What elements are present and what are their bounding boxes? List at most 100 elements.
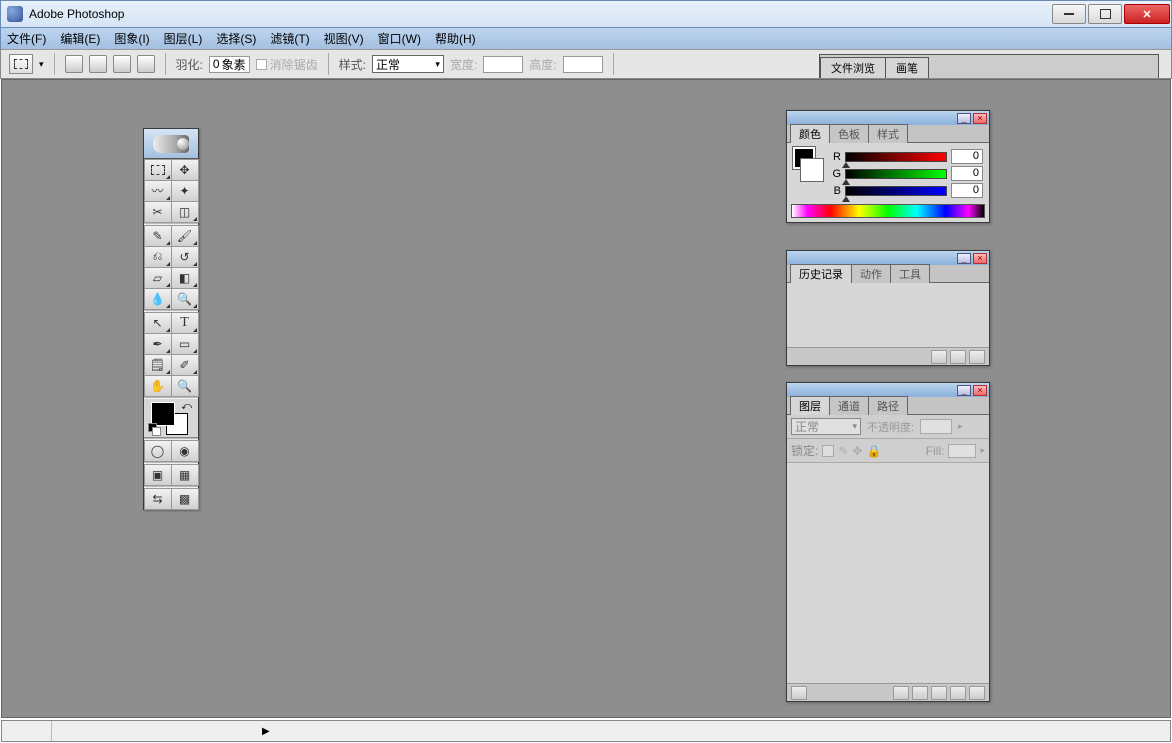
panel-close-icon[interactable]: × xyxy=(973,385,987,396)
panel-color-swatches xyxy=(793,147,823,200)
tool-gradient[interactable]: ◧ xyxy=(171,267,199,289)
menu-window[interactable]: 窗口(W) xyxy=(378,30,421,47)
menu-filter[interactable]: 滤镜(T) xyxy=(270,30,309,47)
color-spectrum[interactable] xyxy=(791,204,985,218)
tool-eraser[interactable]: ▱ xyxy=(144,267,172,289)
tab-history[interactable]: 历史记录 xyxy=(790,264,852,283)
menu-file[interactable]: 文件(F) xyxy=(7,30,46,47)
tool-wand[interactable]: ✦ xyxy=(171,180,199,202)
panel-minimize-icon[interactable]: _ xyxy=(957,113,971,124)
tool-lasso[interactable]: 〰 xyxy=(144,180,172,202)
tool-zoom[interactable]: 🔍 xyxy=(171,375,199,397)
tool-pen[interactable]: ✒ xyxy=(144,333,172,355)
tool-crop[interactable]: ✂ xyxy=(144,201,172,223)
new-set-icon[interactable] xyxy=(912,686,928,700)
dock-tab-filebrowser[interactable]: 文件浏览 xyxy=(820,57,886,78)
style-select[interactable]: 正常 xyxy=(372,55,444,73)
tab-layers[interactable]: 图层 xyxy=(790,396,830,415)
new-layer-icon[interactable] xyxy=(950,686,966,700)
menu-select[interactable]: 选择(S) xyxy=(216,30,256,47)
options-bar: ▾ 羽化: 0 象素 消除锯齿 样式: 正常 宽度: 高度: 文件浏览 画笔 xyxy=(0,49,1172,79)
tab-actions[interactable]: 动作 xyxy=(851,264,891,283)
default-colors-icon[interactable] xyxy=(148,423,160,435)
menu-layer[interactable]: 图层(L) xyxy=(164,30,203,47)
selection-new-icon[interactable] xyxy=(65,55,83,73)
fill-label: Fill: xyxy=(926,444,945,458)
toolbox: ✥ 〰 ✦ ✂ ◫ ✎ 🖌 ⎌ ↺ ▱ ◧ 💧 🔍 ↖ T ✒ ▭ 🗒 ✐ ✋ … xyxy=(143,128,199,510)
dock-tab-brushes[interactable]: 画笔 xyxy=(885,57,929,78)
delete-icon[interactable] xyxy=(969,350,985,364)
screen-mode-full[interactable]: ▩ xyxy=(171,488,199,510)
opacity-label: 不透明度: xyxy=(867,419,914,435)
b-value[interactable]: 0 xyxy=(951,183,983,198)
screen-mode-full-menu[interactable]: ▦ xyxy=(171,464,199,486)
tool-slice[interactable]: ◫ xyxy=(171,201,199,223)
tool-type[interactable]: T xyxy=(171,312,199,334)
tool-move[interactable]: ✥ xyxy=(171,159,199,181)
toolbox-header[interactable] xyxy=(144,129,198,159)
tab-color[interactable]: 颜色 xyxy=(790,124,830,143)
selection-intersect-icon[interactable] xyxy=(137,55,155,73)
tool-healing[interactable]: ✎ xyxy=(144,225,172,247)
status-menu-arrow-icon[interactable]: ▶ xyxy=(262,726,270,737)
tool-marquee[interactable] xyxy=(144,159,172,181)
r-slider[interactable] xyxy=(845,152,947,162)
panel-minimize-icon[interactable]: _ xyxy=(957,385,971,396)
foreground-color-swatch[interactable] xyxy=(152,403,174,425)
color-swatches-zone: ⤺ xyxy=(144,399,198,437)
new-document-icon[interactable] xyxy=(950,350,966,364)
selection-subtract-icon[interactable] xyxy=(113,55,131,73)
status-bar: ▶ xyxy=(1,720,1171,742)
tool-quickmask-off[interactable]: ◯ xyxy=(144,440,172,462)
menu-bar: 文件(F) 编辑(E) 图象(I) 图层(L) 选择(S) 滤镜(T) 视图(V… xyxy=(0,28,1172,49)
menu-image[interactable]: 图象(I) xyxy=(114,30,149,47)
antialias-checkbox: 消除锯齿 xyxy=(256,56,318,73)
adjustment-layer-icon[interactable] xyxy=(931,686,947,700)
r-value[interactable]: 0 xyxy=(951,149,983,164)
b-slider[interactable] xyxy=(845,186,947,196)
tool-blur[interactable]: 💧 xyxy=(144,288,172,310)
panel-minimize-icon[interactable]: _ xyxy=(957,253,971,264)
tool-history-brush[interactable]: ↺ xyxy=(171,246,199,268)
minimize-button[interactable] xyxy=(1052,4,1086,24)
tool-hand[interactable]: ✋ xyxy=(144,375,172,397)
tool-brush[interactable]: 🖌 xyxy=(171,225,199,247)
selection-add-icon[interactable] xyxy=(89,55,107,73)
g-value[interactable]: 0 xyxy=(951,166,983,181)
status-zoom-cell xyxy=(2,721,52,741)
tool-notes[interactable]: 🗒 xyxy=(144,354,172,376)
delete-layer-icon[interactable] xyxy=(969,686,985,700)
tool-shape[interactable]: ▭ xyxy=(171,333,199,355)
g-slider[interactable] xyxy=(845,169,947,179)
current-tool-indicator[interactable] xyxy=(9,54,33,74)
tab-swatches[interactable]: 色板 xyxy=(829,124,869,143)
panel-close-icon[interactable]: × xyxy=(973,113,987,124)
layer-style-icon[interactable] xyxy=(791,686,807,700)
feather-value[interactable]: 0 xyxy=(213,57,220,71)
tool-quickmask-on[interactable]: ◉ xyxy=(171,440,199,462)
layer-mask-icon[interactable] xyxy=(893,686,909,700)
tab-tools[interactable]: 工具 xyxy=(890,264,930,283)
tool-stamp[interactable]: ⎌ xyxy=(144,246,172,268)
panel-bg-swatch[interactable] xyxy=(801,159,823,181)
history-list xyxy=(787,283,989,347)
swap-colors-icon[interactable]: ⤺ xyxy=(181,401,192,412)
fill-input xyxy=(948,444,976,458)
style-label: 样式: xyxy=(339,56,366,73)
jump-to-imageready[interactable]: ⇆ xyxy=(144,488,172,510)
maximize-button[interactable] xyxy=(1088,4,1122,24)
screen-mode-standard[interactable]: ▣ xyxy=(144,464,172,486)
new-snapshot-icon[interactable] xyxy=(931,350,947,364)
tool-eyedropper[interactable]: ✐ xyxy=(171,354,199,376)
tool-dodge[interactable]: 🔍 xyxy=(171,288,199,310)
tab-paths[interactable]: 路径 xyxy=(868,396,908,415)
menu-help[interactable]: 帮助(H) xyxy=(435,30,476,47)
panel-close-icon[interactable]: × xyxy=(973,253,987,264)
tab-styles[interactable]: 样式 xyxy=(868,124,908,143)
menu-view[interactable]: 视图(V) xyxy=(324,30,364,47)
lock-position-icon: ✥ xyxy=(852,444,862,458)
tool-path-select[interactable]: ↖ xyxy=(144,312,172,334)
menu-edit[interactable]: 编辑(E) xyxy=(60,30,100,47)
close-button[interactable] xyxy=(1124,4,1170,24)
tab-channels[interactable]: 通道 xyxy=(829,396,869,415)
